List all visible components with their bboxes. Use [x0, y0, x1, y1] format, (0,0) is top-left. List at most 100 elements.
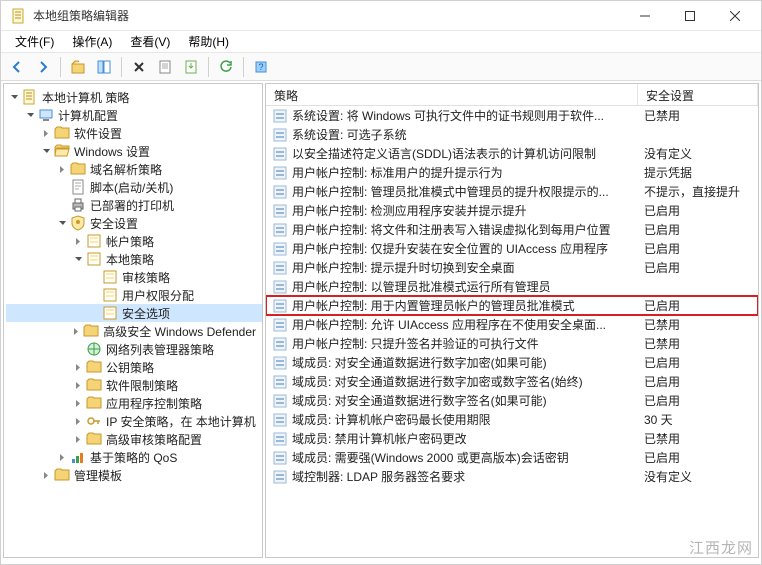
expand-icon[interactable]: [72, 325, 81, 337]
tree-item[interactable]: 用户权限分配: [6, 286, 262, 304]
tree-item[interactable]: 基于策略的 QoS: [6, 448, 262, 466]
list-row[interactable]: 域成员: 禁用计算机帐户密码更改已禁用: [266, 429, 758, 448]
list-row[interactable]: 用户帐户控制: 允许 UIAccess 应用程序在不使用安全桌面...已禁用: [266, 315, 758, 334]
list-row[interactable]: 以安全描述符定义语言(SDDL)语法表示的计算机访问限制没有定义: [266, 144, 758, 163]
expand-icon[interactable]: [72, 433, 84, 445]
expand-icon[interactable]: [40, 127, 52, 139]
list-row[interactable]: 用户帐户控制: 标准用户的提升提示行为提示凭据: [266, 163, 758, 182]
tree-label: 应用程序控制策略: [106, 395, 202, 412]
tree-item[interactable]: 网络列表管理器策略: [6, 340, 262, 358]
list-row[interactable]: 域成员: 计算机帐户密码最长使用期限30 天: [266, 410, 758, 429]
tree-item[interactable]: 软件限制策略: [6, 376, 262, 394]
tree-item[interactable]: 计算机配置: [6, 106, 262, 124]
policy-icon: [272, 355, 288, 371]
menu-file[interactable]: 文件(F): [7, 31, 62, 52]
tree-icon: [102, 269, 118, 285]
close-button[interactable]: [712, 1, 757, 30]
tree-item[interactable]: 应用程序控制策略: [6, 394, 262, 412]
policy-cell: 用户帐户控制: 只提升签名并验证的可执行文件: [266, 335, 638, 352]
policy-cell: 用户帐户控制: 提示提升时切换到安全桌面: [266, 259, 638, 276]
refresh-button[interactable]: [214, 55, 238, 79]
menu-action[interactable]: 操作(A): [64, 31, 120, 52]
tree-item[interactable]: 已部署的打印机: [6, 196, 262, 214]
expand-icon[interactable]: [72, 361, 84, 373]
list-pane[interactable]: 策略 安全设置 系统设置: 将 Windows 可执行文件中的证书规则用于软件.…: [265, 83, 759, 558]
policy-icon: [272, 165, 288, 181]
column-header-setting[interactable]: 安全设置: [638, 84, 758, 105]
tree-item[interactable]: 本地计算机 策略: [6, 88, 262, 106]
help-button[interactable]: ?: [249, 55, 273, 79]
tree-item[interactable]: 公钥策略: [6, 358, 262, 376]
list-row[interactable]: 用户帐户控制: 只提升签名并验证的可执行文件已禁用: [266, 334, 758, 353]
tree-icon: [70, 215, 86, 231]
policy-icon: [272, 431, 288, 447]
setting-cell: 没有定义: [638, 145, 758, 162]
expand-icon[interactable]: [72, 253, 84, 265]
list-row[interactable]: 域成员: 对安全通道数据进行数字加密或数字签名(始终)已启用: [266, 372, 758, 391]
tree-item[interactable]: 软件设置: [6, 124, 262, 142]
maximize-button[interactable]: [667, 1, 712, 30]
list-row[interactable]: 用户帐户控制: 提示提升时切换到安全桌面已启用: [266, 258, 758, 277]
tree-item[interactable]: 脚本(启动/关机): [6, 178, 262, 196]
policy-name: 域控制器: LDAP 服务器签名要求: [292, 468, 465, 485]
tree-item[interactable]: 高级安全 Windows Defender: [6, 322, 262, 340]
list-row[interactable]: 用户帐户控制: 用于内置管理员帐户的管理员批准模式已启用: [266, 296, 758, 315]
expand-icon[interactable]: [72, 397, 84, 409]
delete-button[interactable]: [127, 55, 151, 79]
expand-icon[interactable]: [8, 91, 20, 103]
policy-name: 用户帐户控制: 允许 UIAccess 应用程序在不使用安全桌面...: [292, 316, 606, 333]
tree-label: 本地策略: [106, 251, 154, 268]
list-row[interactable]: 用户帐户控制: 将文件和注册表写入错误虚拟化到每用户位置已启用: [266, 220, 758, 239]
tree-item[interactable]: 审核策略: [6, 268, 262, 286]
tree-item[interactable]: 管理模板: [6, 466, 262, 484]
tree-item[interactable]: 高级审核策略配置: [6, 430, 262, 448]
tree-icon: [86, 341, 102, 357]
policy-cell: 域成员: 计算机帐户密码最长使用期限: [266, 411, 638, 428]
expand-icon[interactable]: [72, 415, 84, 427]
tree-item[interactable]: 安全选项: [6, 304, 262, 322]
properties-button[interactable]: [153, 55, 177, 79]
tree-icon: [86, 377, 102, 393]
setting-cell: 已禁用: [638, 107, 758, 124]
list-row[interactable]: 域成员: 对安全通道数据进行数字加密(如果可能)已启用: [266, 353, 758, 372]
show-hide-tree-button[interactable]: [92, 55, 116, 79]
menu-view[interactable]: 查看(V): [122, 31, 178, 52]
policy-cell: 用户帐户控制: 检测应用程序安装并提示提升: [266, 202, 638, 219]
forward-button[interactable]: [31, 55, 55, 79]
minimize-button[interactable]: [622, 1, 667, 30]
expand-icon[interactable]: [72, 379, 84, 391]
expand-icon[interactable]: [56, 217, 68, 229]
export-button[interactable]: [179, 55, 203, 79]
list-row[interactable]: 域成员: 对安全通道数据进行数字签名(如果可能)已启用: [266, 391, 758, 410]
menu-help[interactable]: 帮助(H): [180, 31, 237, 52]
expand-icon[interactable]: [56, 163, 68, 175]
list-row[interactable]: 用户帐户控制: 仅提升安装在安全位置的 UIAccess 应用程序已启用: [266, 239, 758, 258]
tree-item[interactable]: IP 安全策略，在 本地计算机: [6, 412, 262, 430]
tree-item[interactable]: Windows 设置: [6, 142, 262, 160]
tree-item[interactable]: 帐户策略: [6, 232, 262, 250]
up-button[interactable]: [66, 55, 90, 79]
list-row[interactable]: 用户帐户控制: 以管理员批准模式运行所有管理员: [266, 277, 758, 296]
policy-name: 用户帐户控制: 将文件和注册表写入错误虚拟化到每用户位置: [292, 221, 611, 238]
setting-cell: 30 天: [638, 411, 758, 428]
tree-icon: [38, 107, 54, 123]
list-row[interactable]: 系统设置: 将 Windows 可执行文件中的证书规则用于软件...已禁用: [266, 106, 758, 125]
policy-icon: [272, 393, 288, 409]
column-header-policy[interactable]: 策略: [266, 84, 638, 105]
list-row[interactable]: 用户帐户控制: 管理员批准模式中管理员的提升权限提示的...不提示，直接提升: [266, 182, 758, 201]
list-row[interactable]: 用户帐户控制: 检测应用程序安装并提示提升已启用: [266, 201, 758, 220]
expand-icon[interactable]: [24, 109, 36, 121]
tree-item[interactable]: 域名解析策略: [6, 160, 262, 178]
expand-icon[interactable]: [56, 451, 68, 463]
back-button[interactable]: [5, 55, 29, 79]
policy-icon: [272, 450, 288, 466]
expand-icon[interactable]: [40, 469, 52, 481]
expand-icon[interactable]: [72, 235, 84, 247]
list-row[interactable]: 域成员: 需要强(Windows 2000 或更高版本)会话密钥已启用: [266, 448, 758, 467]
tree-item[interactable]: 安全设置: [6, 214, 262, 232]
expand-icon[interactable]: [40, 145, 52, 157]
tree-item[interactable]: 本地策略: [6, 250, 262, 268]
list-row[interactable]: 系统设置: 可选子系统: [266, 125, 758, 144]
list-row[interactable]: 域控制器: LDAP 服务器签名要求没有定义: [266, 467, 758, 486]
tree-pane[interactable]: 本地计算机 策略计算机配置软件设置Windows 设置域名解析策略脚本(启动/关…: [3, 83, 263, 558]
